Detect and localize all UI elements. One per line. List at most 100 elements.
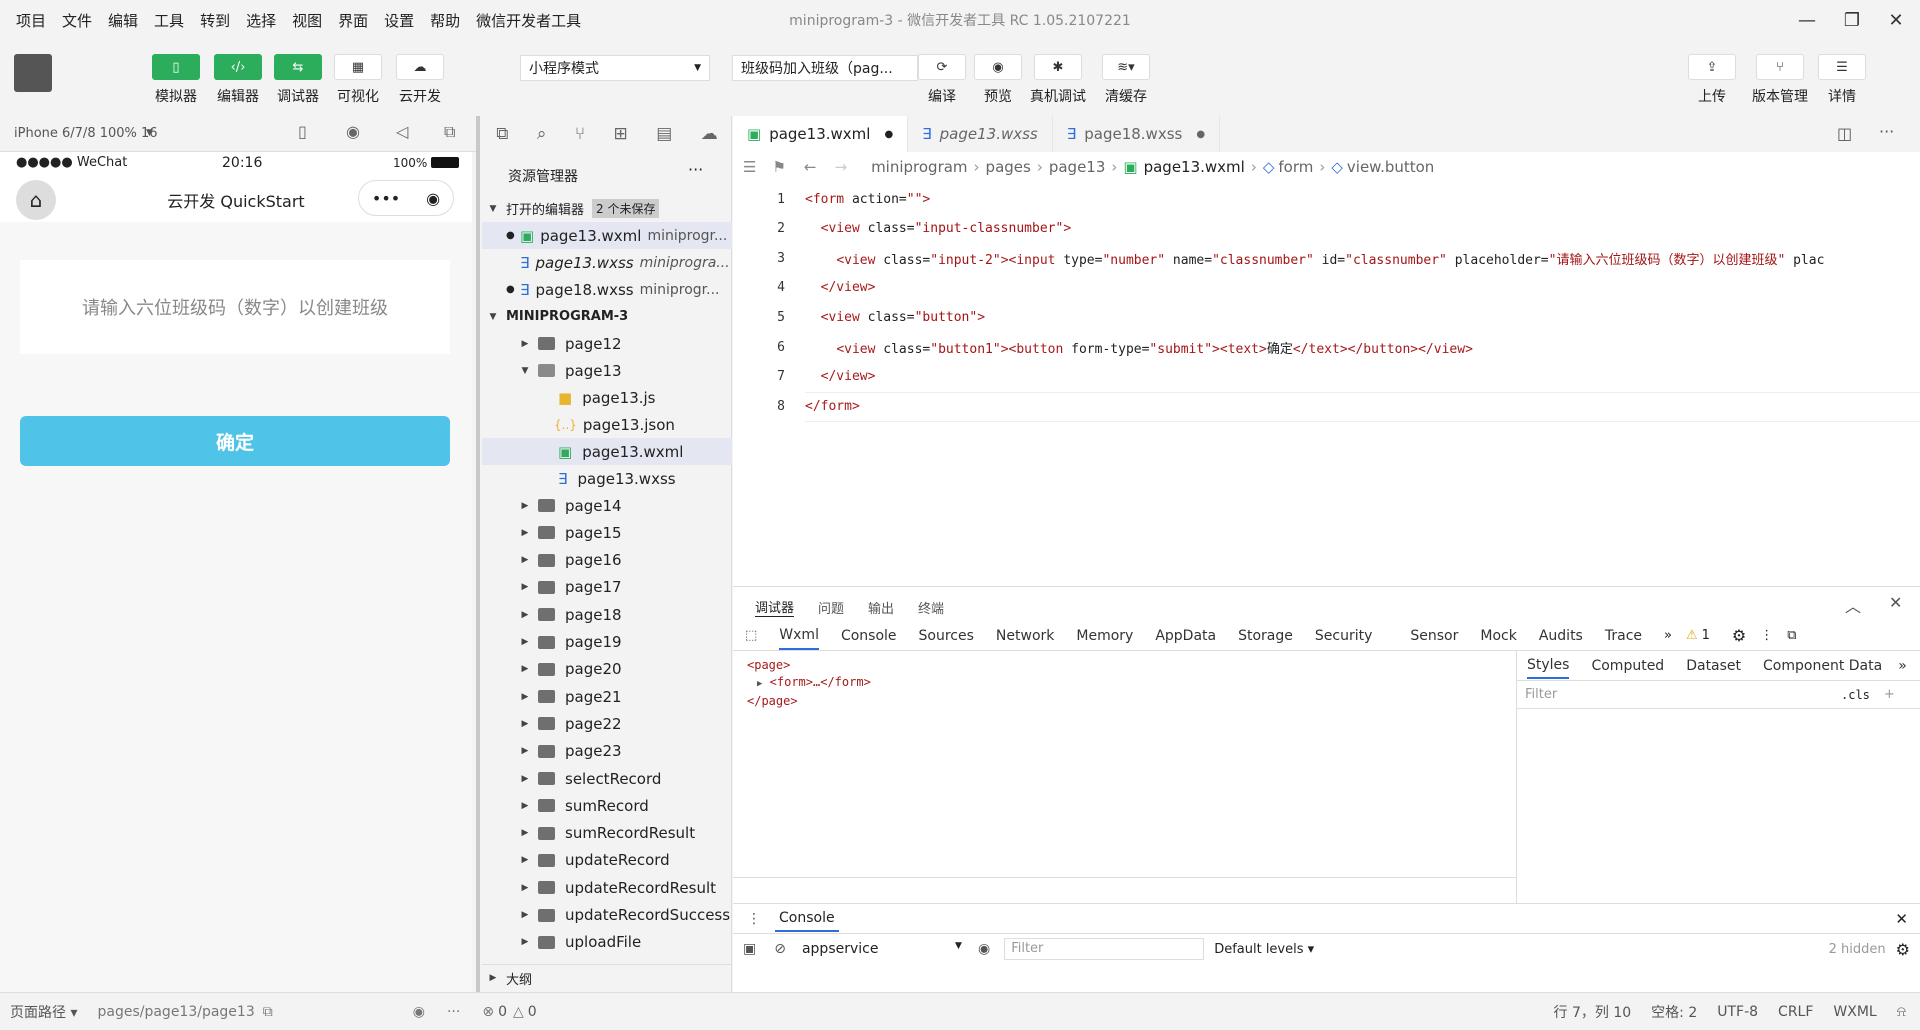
extensions-icon[interactable]: ⊞: [614, 124, 628, 144]
tab-wxml[interactable]: Wxml: [779, 627, 819, 650]
context-select[interactable]: appservice ▼: [802, 941, 962, 957]
menu-goto[interactable]: 转到: [192, 10, 238, 31]
box-icon[interactable]: ▤: [656, 124, 672, 144]
styles-filter-input[interactable]: Filter: [1525, 687, 1841, 702]
upload-button[interactable]: ⇪ 上传: [1688, 54, 1736, 106]
dom-node[interactable]: ▶ <form>…</form>: [747, 674, 871, 693]
tab-console[interactable]: Console: [841, 628, 897, 644]
crumb[interactable]: miniprogram: [871, 158, 967, 176]
levels-select[interactable]: Default levels ▾: [1214, 942, 1314, 957]
list-icon[interactable]: ☰: [743, 158, 756, 176]
crumb[interactable]: page13.wxml: [1144, 158, 1245, 176]
gear-icon[interactable]: ⚙: [1732, 626, 1746, 645]
copy-icon[interactable]: ⧉: [263, 1004, 273, 1020]
folder-item[interactable]: ▶ page15: [482, 519, 732, 546]
folder-item[interactable]: ▶ sumRecordResult: [482, 820, 732, 847]
classnumber-input[interactable]: 请输入六位班级码（数字）以创建班级: [20, 260, 450, 354]
cloud-button[interactable]: ☁ 云开发: [396, 54, 444, 106]
compile-button[interactable]: ⟳ 编译: [918, 54, 966, 106]
tab-page18-wxss[interactable]: ∃ page18.wxss ●: [1053, 116, 1221, 152]
minimize-icon[interactable]: —: [1793, 6, 1821, 34]
folder-item[interactable]: ▶ page14: [482, 492, 732, 519]
record-icon[interactable]: ◉: [346, 122, 360, 141]
popout-icon[interactable]: ⧉: [444, 122, 455, 142]
file-item[interactable]: ▣ page13.wxml: [482, 438, 732, 465]
dirty-dot[interactable]: ●: [1196, 129, 1205, 140]
tab-console-drawer[interactable]: Console: [775, 910, 839, 932]
add-icon[interactable]: +: [1884, 687, 1895, 702]
tab-sources[interactable]: Sources: [919, 628, 974, 644]
chevron-up-icon[interactable]: ︿: [1845, 593, 1861, 617]
folder-item[interactable]: ▶ sumRecord: [482, 792, 732, 819]
menu-view[interactable]: 视图: [284, 10, 330, 31]
device-select[interactable]: iPhone 6/7/8 100% 16: [14, 126, 158, 141]
version-button[interactable]: ⑂ 版本管理: [1752, 54, 1808, 106]
menu-settings[interactable]: 设置: [376, 10, 422, 31]
crumb[interactable]: form: [1278, 158, 1313, 176]
close-circle-icon[interactable]: ◉: [426, 189, 440, 208]
dock-icon[interactable]: ⧉: [1787, 628, 1796, 643]
project-header[interactable]: ▼ MINIPROGRAM-3: [482, 303, 732, 330]
crumb[interactable]: page13: [1049, 158, 1106, 176]
tab-memory[interactable]: Memory: [1076, 628, 1133, 644]
mode-select[interactable]: 小程序模式 ▼: [520, 55, 710, 81]
menu-select[interactable]: 选择: [238, 10, 284, 31]
maximize-icon[interactable]: ❐: [1838, 6, 1866, 34]
files-icon[interactable]: ⧉: [496, 124, 508, 144]
chevron-double-right-icon[interactable]: »: [1898, 658, 1907, 674]
back-icon[interactable]: ←: [804, 158, 817, 176]
folder-item[interactable]: ▶ page20: [482, 656, 732, 683]
folder-item[interactable]: ▶ page22: [482, 710, 732, 737]
more-icon[interactable]: •••: [372, 189, 400, 208]
tab-terminal[interactable]: 终端: [918, 598, 944, 617]
dirty-dot[interactable]: ●: [884, 129, 893, 140]
confirm-button[interactable]: 确定: [20, 416, 450, 466]
tab-debugger[interactable]: 调试器: [755, 597, 795, 617]
code-line[interactable]: 6 <view class="button1"><button form-typ…: [733, 332, 1920, 362]
dom-node[interactable]: </page>: [747, 693, 871, 710]
code-area[interactable]: 1 <form action=""> 2 <view class="input-cl…: [733, 184, 1920, 584]
folder-item[interactable]: ▶ page12: [482, 330, 732, 357]
close-icon[interactable]: ✕: [1889, 593, 1902, 612]
close-icon[interactable]: ✕: [1895, 910, 1908, 928]
cursor-position[interactable]: 行 7，列 10: [1554, 1002, 1632, 1022]
chevron-double-right-icon[interactable]: »: [1664, 628, 1672, 643]
dom-node[interactable]: <page>: [747, 657, 871, 674]
eye-icon[interactable]: ◉: [413, 1004, 425, 1020]
menu-project[interactable]: 项目: [8, 10, 54, 31]
open-editors-header[interactable]: ▼ 打开的编辑器 2 个未保存: [482, 195, 732, 222]
tab-sensor[interactable]: Sensor: [1410, 628, 1458, 644]
page-path-select[interactable]: 页面路径 ▾: [10, 1002, 77, 1022]
tab-trace[interactable]: Trace: [1605, 628, 1642, 644]
menu-devtools[interactable]: 微信开发者工具: [468, 10, 589, 31]
tab-component-data[interactable]: Component Data: [1763, 658, 1882, 674]
split-editor-icon[interactable]: ◫: [1837, 124, 1852, 143]
tab-mock[interactable]: Mock: [1480, 628, 1516, 644]
tab-dataset[interactable]: Dataset: [1686, 658, 1741, 674]
search-icon[interactable]: ⌕: [537, 124, 547, 144]
sidebar-toggle-icon[interactable]: ▣: [743, 941, 756, 957]
folder-item[interactable]: ▶ updateRecord: [482, 847, 732, 874]
editor-button[interactable]: ‹/› 编辑器: [214, 54, 262, 106]
error-icon[interactable]: ⊗: [482, 1004, 494, 1020]
folder-item[interactable]: ▶ selectRecord: [482, 765, 732, 792]
folder-item[interactable]: ▶ page17: [482, 574, 732, 601]
crumb[interactable]: view.button: [1347, 158, 1434, 176]
folder-item[interactable]: ▶ updateRecordSuccess: [482, 902, 732, 929]
code-line[interactable]: 3 <view class="input-2"><input type="num…: [733, 243, 1920, 273]
file-item[interactable]: ∃ page13.wxss: [482, 465, 732, 492]
bell-icon[interactable]: ⍾: [1897, 1004, 1906, 1020]
bookmark-icon[interactable]: ⚑: [772, 158, 785, 176]
menu-help[interactable]: 帮助: [422, 10, 468, 31]
git-icon[interactable]: ⑂: [575, 124, 585, 144]
folder-item[interactable]: ▼ page13: [482, 357, 732, 384]
clear-icon[interactable]: ⊘: [774, 941, 786, 957]
code-line[interactable]: 1 <form action="">: [733, 184, 1920, 214]
open-file-item[interactable]: ∃ page13.wxss miniprogra...: [482, 249, 732, 276]
folder-item[interactable]: ▶ updateRecordResult: [482, 874, 732, 901]
more-vert-icon[interactable]: ⋮: [747, 911, 761, 927]
warning-icon[interactable]: △: [513, 1004, 524, 1020]
preview-button[interactable]: ◉ 预览: [974, 54, 1022, 106]
more-icon[interactable]: ···: [1879, 122, 1894, 141]
simulator-button[interactable]: ▯ 模拟器: [152, 54, 200, 106]
